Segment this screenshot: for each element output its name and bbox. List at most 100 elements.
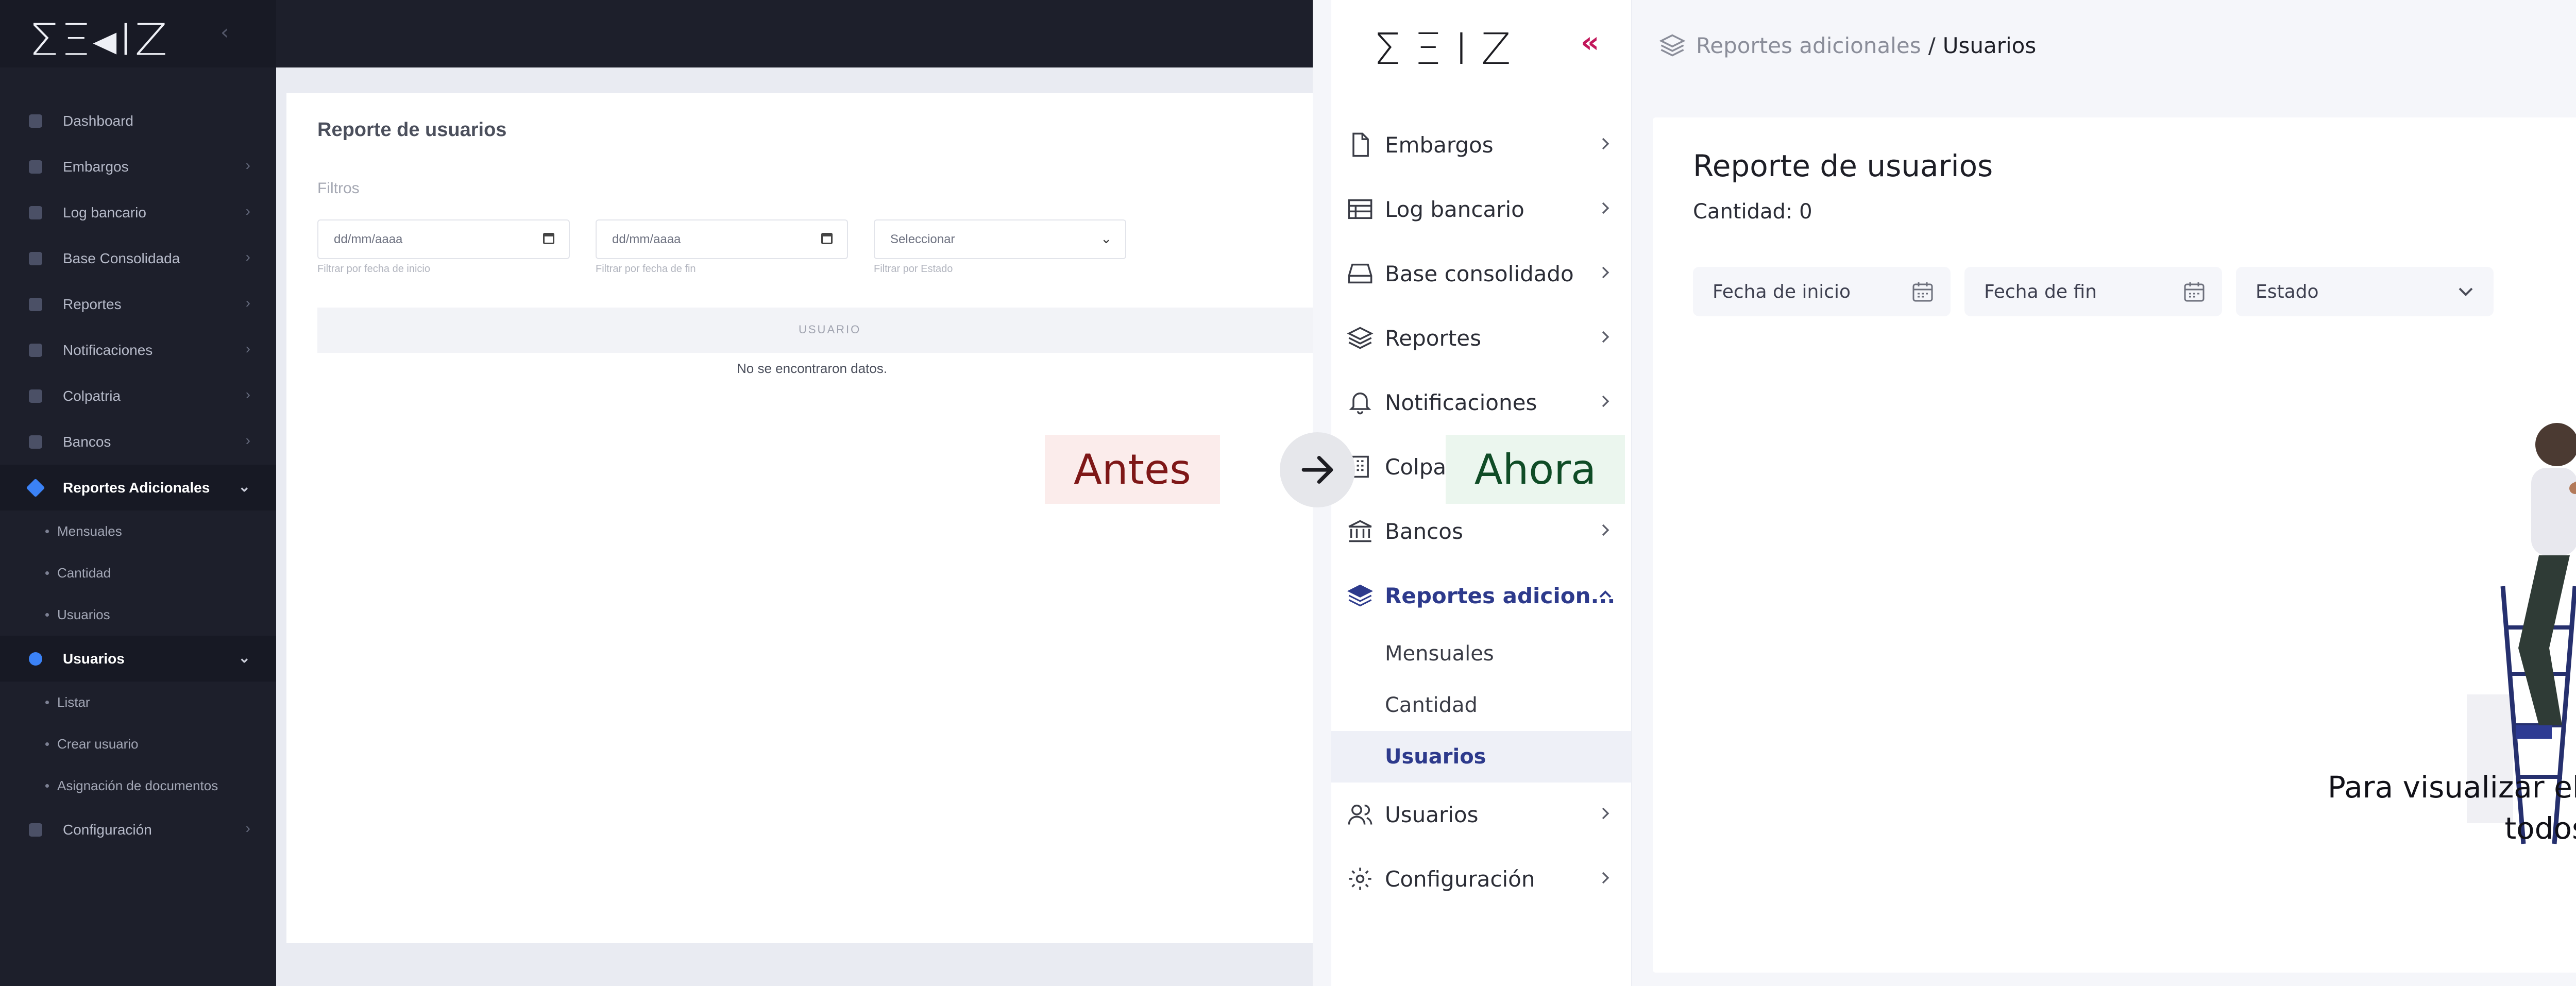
old-menu-reportes[interactable]: Reportes › [0,281,276,327]
sidebar-item-embargos[interactable]: Embargos [1331,113,1631,177]
old-menu-label: Embargos [63,158,129,175]
layers-icon [29,297,42,311]
chevron-down-icon: ⌄ [1100,231,1112,246]
old-table-header: USUARIO [317,308,1313,353]
chevron-right-icon: › [245,157,250,173]
breadcrumb-parent[interactable]: Reportes adicionales [1696,33,1921,58]
sidebar-item-usuarios[interactable]: Usuarios [1331,783,1631,847]
chevron-right-icon [1602,138,1609,150]
date-end-input[interactable]: Fecha de fin [1964,267,2222,316]
chevron-right-icon: › [245,820,250,836]
old-collapse-icon[interactable]: ‹ [221,21,229,44]
status-select[interactable]: Estado [2236,267,2494,316]
old-menu-log-bancario[interactable]: Log bancario › [0,190,276,235]
sidebar-item-label: Notificaciones [1385,390,1537,415]
chevron-right-icon: › [245,432,250,448]
old-sidebar: ΣΞ◂IZ ‹ Dashboard Embargos › Log bancario… [0,0,276,986]
calendar-icon[interactable] [1910,279,1935,304]
users-icon [1348,804,1372,825]
collapse-sidebar-icon[interactable]: « [1581,26,1599,59]
breadcrumb: Reportes adicionales / Usuarios [1659,32,2036,59]
sidebar-item-log-bancario[interactable]: Log bancario [1331,177,1631,242]
old-menu-colpatria[interactable]: Colpatria › [0,373,276,419]
sidebar-nav: Embargos Log bancario Base consolidado R… [1331,113,1631,911]
chevron-down-icon [2459,287,2473,296]
sidebar-item-base-consolidado[interactable]: Base consolidado [1331,242,1631,306]
old-help-start: Filtrar por fecha de inicio [317,263,430,275]
file-icon [1352,132,1369,157]
old-sub-label: Asignación de documentos [57,778,218,793]
gear-icon [1349,868,1371,890]
old-help-end: Filtrar por fecha de fin [596,263,696,275]
old-no-data: No se encontraron datos. [737,361,887,376]
old-menu-notificaciones[interactable]: Notificaciones › [0,327,276,373]
old-menu-configuracion[interactable]: Configuración › [0,807,276,853]
old-menu-embargos[interactable]: Embargos › [0,144,276,190]
report-card: Reporte de usuarios Cantidad: 0 Fecha de… [1653,117,2576,973]
layers-icon [1659,34,1686,57]
old-filters-label: Filtros [317,180,360,197]
old-sub-mensuales[interactable]: Mensuales [0,511,276,552]
page-title: Reporte de usuarios [1693,148,1993,183]
sidebar-subitem-usuarios[interactable]: Usuarios [1331,731,1631,783]
chevron-right-icon [1602,266,1609,279]
old-menu-label: Bancos [63,433,111,450]
sidebar-item-notificaciones[interactable]: Notificaciones [1331,370,1631,435]
chevron-right-icon [1602,807,1609,820]
layers-icon [1347,584,1374,607]
sidebar-item-label: Bancos [1385,519,1463,544]
calendar-icon[interactable] [821,233,833,244]
old-menu-dashboard[interactable]: Dashboard [0,98,276,144]
chevron-up-icon [1599,590,1612,598]
date-end-placeholder: Fecha de fin [1984,281,2097,302]
old-date-end-input[interactable]: dd/mm/aaaa [596,219,848,259]
bank-icon [1348,520,1372,542]
comparison-arrow [1280,432,1355,507]
arrow-right-icon [1301,456,1333,484]
old-status-select[interactable]: Seleccionar ⌄ [874,219,1126,259]
diamond-icon [29,114,42,128]
old-date-start-input[interactable]: dd/mm/aaaa [317,219,570,259]
drive-icon [1348,263,1372,284]
sidebar-item-label: Configuración [1385,866,1535,892]
old-menu-label: Reportes Adicionales [63,479,210,496]
old-sub-label: Usuarios [57,607,110,622]
bullet-icon [45,784,49,788]
old-sub-cantidad[interactable]: Cantidad [0,552,276,594]
sidebar-item-reportes-adicionales[interactable]: Reportes adicion... [1331,564,1631,628]
sidebar-subitem-mensuales[interactable]: Mensuales [1331,628,1631,679]
chevron-right-icon: › [245,341,250,356]
bank-icon [29,435,42,449]
calendar-icon[interactable] [2182,279,2207,304]
sidebar-item-reportes[interactable]: Reportes [1331,306,1631,370]
old-sub-listar[interactable]: Listar [0,682,276,723]
old-logo: ΣΞ◂IZ [29,14,170,65]
sidebar-item-label: Reportes [1385,326,1481,351]
chevron-right-icon: › [245,249,250,265]
old-sub-asignacion[interactable]: Asignación de documentos [0,765,276,807]
old-menu-base-consolidada[interactable]: Base Consolidada › [0,235,276,281]
after-label: Ahora [1446,435,1625,504]
chevron-down-icon: ⌄ [238,479,250,495]
sidebar-item-bancos[interactable]: Bancos [1331,499,1631,564]
calendar-icon[interactable] [543,233,554,244]
old-menu-label: Reportes [63,296,122,312]
old-sub-label: Listar [57,694,90,710]
old-menu-usuarios[interactable]: Usuarios ⌄ [0,636,276,682]
date-start-input[interactable]: Fecha de inicio [1693,267,1951,316]
column-header-usuario[interactable]: USUARIO [799,323,861,336]
old-sub-label: Cantidad [57,565,111,581]
old-menu-bancos[interactable]: Bancos › [0,419,276,465]
old-sub-crear-usuario[interactable]: Crear usuario [0,723,276,765]
sidebar-subitem-cantidad[interactable]: Cantidad [1331,679,1631,731]
old-topbar [276,0,1313,67]
old-date-start-placeholder: dd/mm/aaaa [334,232,403,246]
header: Reportes adicionales / Usuarios [1632,0,2576,93]
chevron-right-icon [1602,202,1609,214]
bell-icon [1349,392,1371,415]
sidebar-item-label: Reportes adicion... [1385,583,1616,608]
old-sub-usuarios[interactable]: Usuarios [0,594,276,636]
bullet-icon [45,613,49,617]
old-menu-reportes-adicionales[interactable]: Reportes Adicionales ⌄ [0,465,276,511]
sidebar-item-configuracion[interactable]: Configuración [1331,847,1631,911]
